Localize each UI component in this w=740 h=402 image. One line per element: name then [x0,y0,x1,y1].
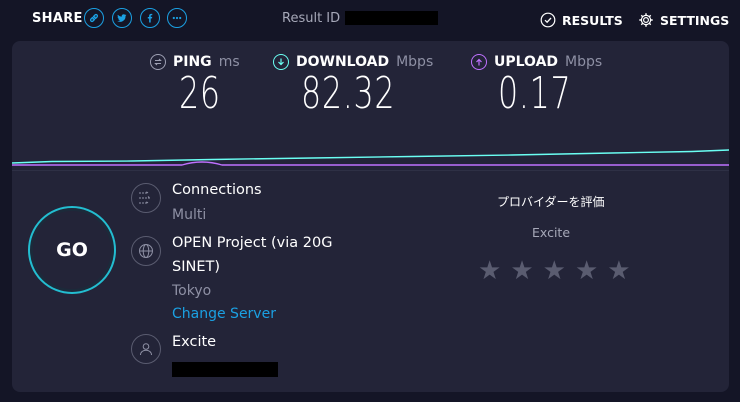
star-icon[interactable]: ★ [607,258,630,284]
connections-title: Connections [172,182,262,198]
results-button[interactable]: RESULTS [540,12,623,28]
star-icon[interactable]: ★ [543,258,566,284]
result-id-label: Result ID [282,11,341,26]
result-id-redacted [345,11,438,25]
star-icon[interactable]: ★ [478,258,501,284]
user-isp: Excite [172,334,217,350]
download-graph-line [12,149,729,164]
connections-value: Multi [172,207,207,223]
facebook-icon[interactable] [140,8,160,28]
star-icon[interactable]: ★ [510,258,533,284]
user-icon [131,334,161,364]
download-icon [273,54,289,70]
share-label: SHARE [32,11,83,26]
server-location: Tokyo [172,283,212,299]
user-ip-redacted [172,362,278,377]
rate-provider-isp: Excite [532,225,571,240]
upload-graph-line [12,161,729,166]
globe-icon [131,236,161,266]
graph-divider [12,170,729,171]
more-icon[interactable] [167,8,187,28]
settings-label: SETTINGS [660,12,730,28]
server-name-line1: OPEN Project (via 20G [172,235,333,251]
link-icon[interactable] [84,8,104,28]
server-name-line2: SINET) [172,259,221,275]
gear-icon [639,13,653,27]
results-label: RESULTS [562,12,623,28]
settings-button[interactable]: SETTINGS [638,12,729,28]
download-value: 82.32 [301,68,396,119]
go-label: GO [56,239,88,261]
ping-value: 26 [179,68,221,119]
download-unit: Mbps [396,54,434,70]
top-bar: SHARE Result ID RESULTS SETTINGS [0,0,740,40]
upload-icon [471,54,487,70]
check-circle-icon [540,12,556,28]
ping-unit: ms [218,54,240,70]
speedtest-panel: PING ms 26 DOWNLOAD Mbps 82.32 UPLOAD Mb… [12,41,729,392]
change-server-link[interactable]: Change Server [172,306,276,322]
connections-icon [131,183,161,213]
upload-value: 0.17 [498,68,572,119]
speed-graph [12,149,729,166]
star-icon[interactable]: ★ [575,258,598,284]
twitter-icon[interactable] [112,8,132,28]
rating-stars: ★ ★ ★ ★ ★ [478,258,631,284]
go-button[interactable]: GO [28,206,116,294]
ping-icon [150,54,166,70]
rate-provider-title: プロバイダーを評価 [497,195,605,209]
